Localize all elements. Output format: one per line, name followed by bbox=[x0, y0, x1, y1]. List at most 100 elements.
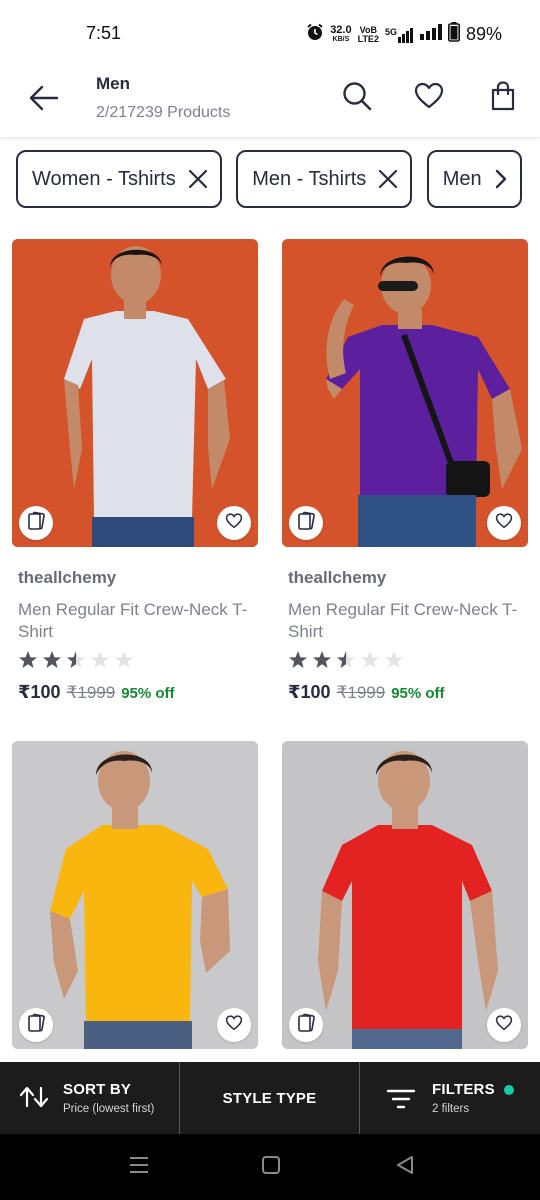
heart-icon bbox=[414, 82, 444, 115]
status-indicators: 32.0 KB/S VoB LTE2 5G 89% bbox=[306, 22, 502, 47]
model-purple-tshirt-illustration bbox=[282, 239, 528, 547]
model-white-tshirt-illustration bbox=[12, 239, 258, 547]
speed-unit: KB/S bbox=[332, 35, 350, 43]
mrp-price: ₹1999 bbox=[66, 683, 116, 702]
sort-arrows-icon bbox=[19, 1086, 49, 1113]
signal-5g-icon: 5G bbox=[385, 27, 414, 43]
sort-value: Price (lowest first) bbox=[63, 1103, 155, 1115]
product-card[interactable]: theallchemy Men Regular Fit Crew-Neck T-… bbox=[282, 239, 528, 702]
search-button[interactable] bbox=[337, 78, 377, 118]
bag-icon bbox=[490, 80, 516, 116]
volte-indicator: VoB LTE2 bbox=[357, 25, 379, 44]
star-empty-icon bbox=[91, 651, 109, 668]
back-triangle-icon bbox=[394, 1154, 416, 1181]
selling-price: ₹100 bbox=[288, 682, 331, 702]
battery-icon bbox=[447, 22, 460, 47]
app-header: Men 2/217239 Products bbox=[0, 66, 540, 138]
chip-label: Women - Tshirts bbox=[32, 167, 176, 190]
star-empty-icon bbox=[115, 651, 133, 668]
volte-bottom: LTE2 bbox=[357, 33, 379, 44]
model-yellow-tshirt-illustration bbox=[12, 741, 258, 1049]
similar-products-button[interactable] bbox=[19, 506, 53, 540]
similar-cards-icon bbox=[296, 1013, 316, 1038]
product-brand: theallchemy bbox=[18, 568, 117, 587]
recent-apps-button[interactable] bbox=[126, 1154, 152, 1180]
similar-products-button[interactable] bbox=[19, 1008, 53, 1042]
similar-cards-icon bbox=[26, 1013, 46, 1038]
star-icon bbox=[43, 651, 61, 668]
signal-icon bbox=[419, 24, 442, 45]
chip-women-tshirts[interactable]: Women - Tshirts bbox=[16, 150, 222, 208]
heart-icon bbox=[495, 512, 513, 534]
wishlist-toggle[interactable] bbox=[487, 1008, 521, 1042]
wishlist-button[interactable] bbox=[409, 78, 449, 118]
rating-stars bbox=[288, 650, 404, 670]
chevron-right-icon[interactable] bbox=[494, 169, 508, 189]
close-icon[interactable] bbox=[188, 169, 208, 189]
product-card[interactable] bbox=[12, 741, 258, 1049]
similar-cards-icon bbox=[26, 511, 46, 536]
page-title: Men bbox=[96, 74, 130, 93]
filters-label: FILTERS bbox=[432, 1081, 495, 1098]
product-name: Men Regular Fit Crew-Neck T-Shirt bbox=[288, 600, 518, 641]
product-image[interactable] bbox=[282, 741, 528, 1049]
bag-button[interactable] bbox=[483, 78, 523, 118]
style-type-label: STYLE TYPE bbox=[222, 1089, 317, 1107]
star-empty-icon bbox=[361, 651, 379, 668]
home-square-icon bbox=[260, 1154, 282, 1181]
similar-cards-icon bbox=[296, 511, 316, 536]
sort-filter-bar: SORT BY Price (lowest first) STYLE TYPE … bbox=[0, 1062, 540, 1134]
close-icon[interactable] bbox=[378, 169, 398, 189]
product-image[interactable] bbox=[12, 741, 258, 1049]
style-type-button[interactable]: STYLE TYPE bbox=[180, 1062, 360, 1134]
star-icon bbox=[19, 651, 37, 668]
chip-label: Men - Tshirts bbox=[252, 167, 367, 190]
product-image[interactable] bbox=[282, 239, 528, 547]
price-row: ₹100 ₹1999 95% off bbox=[288, 682, 445, 703]
star-half-icon bbox=[337, 651, 355, 668]
product-image[interactable] bbox=[12, 239, 258, 547]
similar-products-button[interactable] bbox=[289, 506, 323, 540]
network-speed: 32.0 KB/S bbox=[330, 23, 352, 44]
filter-active-dot bbox=[504, 1085, 514, 1095]
speed-value: 32.0 bbox=[330, 23, 352, 36]
similar-products-button[interactable] bbox=[289, 1008, 323, 1042]
back-button[interactable] bbox=[24, 80, 64, 120]
star-empty-icon bbox=[385, 651, 403, 668]
system-back-button[interactable] bbox=[392, 1154, 418, 1180]
status-bar: 7:51 32.0 KB/S VoB LTE2 5G 89% bbox=[0, 0, 540, 66]
star-icon bbox=[289, 651, 307, 668]
battery-percent: 89% bbox=[465, 24, 502, 44]
chip-men-tshirts[interactable]: Men - Tshirts bbox=[236, 150, 413, 208]
heart-icon bbox=[495, 1014, 513, 1036]
status-time: 7:51 bbox=[86, 23, 122, 43]
star-icon bbox=[313, 651, 331, 668]
menu-lines-icon bbox=[128, 1155, 150, 1180]
home-button[interactable] bbox=[258, 1154, 284, 1180]
filters-button[interactable]: FILTERS 2 filters bbox=[360, 1062, 540, 1134]
system-nav-bar bbox=[0, 1134, 540, 1200]
model-red-tshirt-illustration bbox=[282, 741, 528, 1049]
chip-label: Men bbox=[442, 167, 482, 190]
sort-button[interactable]: SORT BY Price (lowest first) bbox=[0, 1062, 180, 1134]
back-arrow-icon bbox=[29, 85, 59, 116]
wishlist-toggle[interactable] bbox=[217, 506, 251, 540]
product-name: Men Regular Fit Crew-Neck T-Shirt bbox=[18, 600, 248, 641]
rating-stars bbox=[18, 650, 134, 670]
product-card[interactable] bbox=[282, 741, 528, 1049]
star-half-icon bbox=[67, 651, 85, 668]
product-card[interactable]: theallchemy Men Regular Fit Crew-Neck T-… bbox=[12, 239, 258, 702]
applied-filter-chips: Women - Tshirts Men - Tshirts Men bbox=[16, 150, 524, 210]
chip-men[interactable]: Men bbox=[426, 150, 522, 208]
search-icon bbox=[342, 81, 372, 116]
filters-count: 2 filters bbox=[432, 1103, 470, 1115]
wishlist-toggle[interactable] bbox=[217, 1008, 251, 1042]
price-row: ₹100 ₹1999 95% off bbox=[18, 682, 175, 703]
discount-label: 95% off bbox=[391, 685, 445, 702]
network-type: 5G bbox=[384, 26, 397, 37]
heart-icon bbox=[225, 1014, 243, 1036]
mrp-price: ₹1999 bbox=[336, 683, 386, 702]
product-count: 2/217239 Products bbox=[96, 104, 231, 121]
wishlist-toggle[interactable] bbox=[487, 506, 521, 540]
alarm-icon bbox=[306, 23, 324, 46]
